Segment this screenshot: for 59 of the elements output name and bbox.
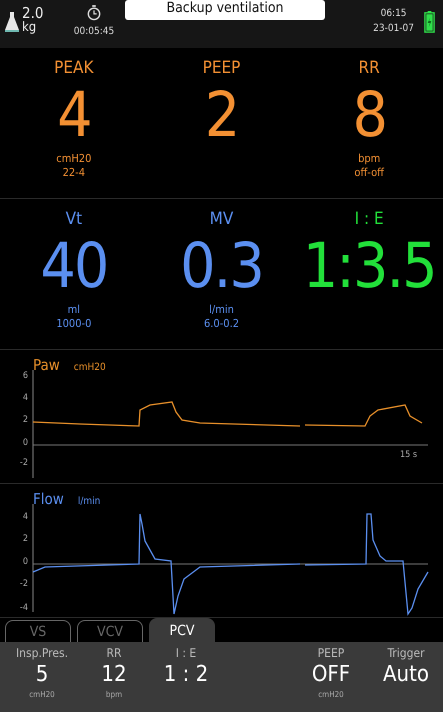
setting-unit: cmH20 [318,690,344,699]
stopwatch-icon [87,5,101,21]
metric-value: 40 [40,229,108,303]
axis-label: -2 [18,579,28,589]
metric-unit: l/min [209,303,234,317]
setting-label: PEEP [318,646,344,660]
axis-label: 4 [22,393,28,403]
metric-value: 2 [204,78,238,152]
alarm-limits: off-off [354,166,384,180]
axis-label: 0 [22,557,28,567]
alarm-limits: 22-4 [62,166,86,180]
weight-value: 2.0 [22,6,44,21]
waveform-unit: l/min [78,496,100,507]
setting-unit: cmH20 [29,690,55,699]
metric-value: 1:3.5 [302,229,436,303]
setting-label: Insp.Pres. [16,646,68,660]
mode-tab[interactable]: VS [5,620,71,642]
metric-label: I : E [354,209,384,229]
metric-label: PEAK [54,58,94,78]
weight-unit: kg [22,21,38,34]
metric-label: Vt [66,209,82,229]
metric-unit: cmH20 [56,152,92,166]
metric-value: 0.3 [180,229,263,303]
axis-label: 6 [22,371,28,381]
setting-value[interactable]: 5 [36,660,48,690]
alarm-limits: 1000-0 [56,317,92,331]
metric-unit: ml [68,303,80,317]
setting-unit: bpm [106,690,122,699]
mode-tab[interactable]: VCV [77,620,143,642]
axis-label: 2 [22,415,28,425]
axis-label: 2 [22,534,28,544]
time-scale-label: 15 s [400,450,418,460]
waveform-label: Flow [33,490,64,508]
clock-time: 06:15 [380,8,407,19]
axis-label: -2 [18,458,28,468]
weight-icon [4,10,20,34]
metric-label: PEEP [202,58,240,78]
waveform-unit: cmH20 [74,362,106,373]
metric-label: RR [358,58,380,78]
metric-value: 4 [57,78,91,152]
alarm-limits: 6.0-0.2 [204,317,240,331]
date: 23-01-07 [373,23,414,34]
waveform-label: Paw [33,356,60,374]
axis-label: 4 [22,512,28,522]
setting-label: Trigger [387,646,425,660]
metric-unit: bpm [358,152,380,166]
setting-value[interactable]: OFF [312,660,350,690]
mode-tab[interactable]: PCV [149,618,215,642]
elapsed-time: 00:05:45 [74,26,114,37]
metric-label: MV [210,209,234,229]
setting-label: RR [106,646,122,660]
metric-value: 8 [352,78,386,152]
setting-value[interactable]: 1 : 2 [164,660,208,690]
setting-value[interactable]: 12 [101,660,127,690]
mode-title: Backup ventilation [125,0,325,20]
axis-label: 0 [22,438,28,448]
setting-value[interactable]: Auto [383,660,429,690]
setting-label: I : E [176,646,196,660]
axis-label: -4 [18,603,28,613]
